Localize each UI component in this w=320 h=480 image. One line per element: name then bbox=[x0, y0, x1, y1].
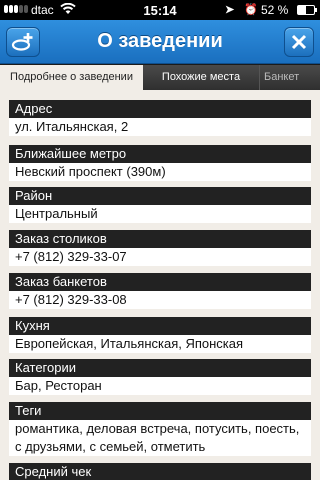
district-value: Центральный bbox=[9, 205, 311, 223]
cuisine-value: Европейская, Итальянская, Японская bbox=[9, 335, 311, 353]
categories-value: Бар, Ресторан bbox=[9, 377, 311, 395]
table-booking-phone[interactable]: +7 (812) 329-33-07 bbox=[9, 248, 311, 266]
section-cuisine: Кухня Европейская, Итальянская, Японская bbox=[9, 317, 311, 353]
section-header: Ближайшее метро bbox=[9, 145, 311, 163]
section-banquet-booking: Заказ банкетов +7 (812) 329-33-08 bbox=[9, 273, 311, 309]
section-address: Адрес ул. Итальянская, 2 bbox=[9, 100, 311, 136]
section-header: Средний чек bbox=[9, 463, 311, 480]
location-icon: ➤ bbox=[225, 4, 235, 16]
details-panel[interactable]: Адрес ул. Итальянская, 2 Ближайшее метро… bbox=[0, 90, 320, 480]
section-average-check: Средний чек bbox=[9, 463, 311, 480]
page-title: О заведении bbox=[97, 30, 223, 52]
status-bar: dtac 15:14 ➤ ⏰ 52 % bbox=[0, 0, 320, 20]
tab-similar-places[interactable]: Похожие места bbox=[143, 65, 259, 90]
tab-bar: Подробнее о заведении Похожие места Банк… bbox=[0, 65, 320, 90]
section-header: Район bbox=[9, 187, 311, 205]
section-header: Адрес bbox=[9, 100, 311, 118]
section-table-booking: Заказ столиков +7 (812) 329-33-07 bbox=[9, 230, 311, 266]
section-categories: Категории Бар, Ресторан bbox=[9, 359, 311, 395]
section-header: Заказ столиков bbox=[9, 230, 311, 248]
section-tags: Теги романтика, деловая встреча, потусит… bbox=[9, 402, 311, 456]
section-header: Кухня bbox=[9, 317, 311, 335]
battery-icon bbox=[297, 5, 317, 15]
section-header: Теги bbox=[9, 402, 311, 420]
tags-value: романтика, деловая встреча, потусить, по… bbox=[9, 420, 311, 456]
section-header: Заказ банкетов bbox=[9, 273, 311, 291]
metro-value: Невский проспект (390м) bbox=[9, 163, 311, 181]
battery-percent: 52 % bbox=[261, 3, 289, 17]
close-button[interactable] bbox=[284, 27, 314, 57]
section-district: Район Центральный bbox=[9, 187, 311, 223]
address-value[interactable]: ул. Итальянская, 2 bbox=[9, 118, 311, 136]
tab-details[interactable]: Подробнее о заведении bbox=[0, 65, 143, 90]
banquet-booking-phone[interactable]: +7 (812) 329-33-08 bbox=[9, 291, 311, 309]
tab-banquet[interactable]: Банкет bbox=[259, 65, 320, 90]
navigation-bar: О заведении bbox=[0, 20, 320, 64]
close-icon bbox=[291, 34, 307, 50]
alarm-icon: ⏰ bbox=[244, 4, 258, 16]
section-header: Категории bbox=[9, 359, 311, 377]
section-metro: Ближайшее метро Невский проспект (390м) bbox=[9, 145, 311, 181]
